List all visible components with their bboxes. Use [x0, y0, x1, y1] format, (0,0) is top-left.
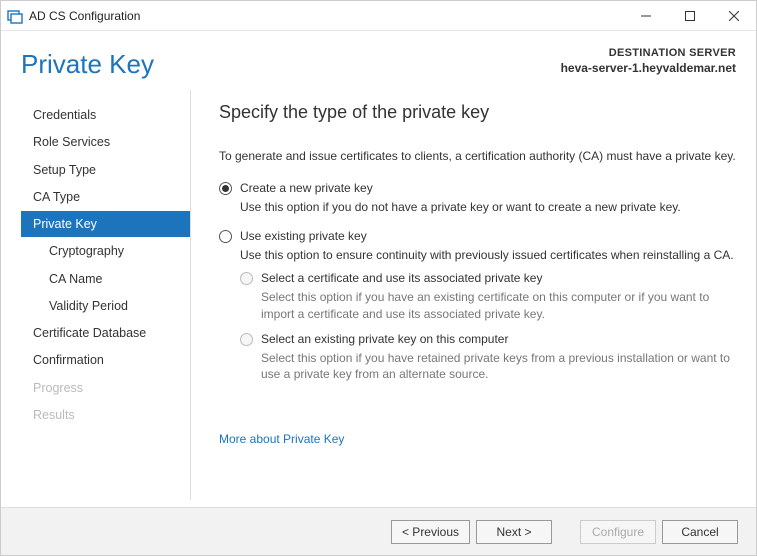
sidebar-item-credentials[interactable]: Credentials: [21, 102, 190, 128]
content-heading: Specify the type of the private key: [219, 102, 736, 123]
sidebar-item-role-services[interactable]: Role Services: [21, 129, 190, 155]
window-controls: [624, 1, 756, 31]
app-icon: [7, 8, 23, 24]
sidebar-item-progress: Progress: [21, 375, 190, 401]
sidebar-item-ca-name[interactable]: CA Name: [21, 266, 190, 292]
destination-server: heva-server-1.heyvaldemar.net: [561, 61, 736, 75]
sidebar-item-confirmation[interactable]: Confirmation: [21, 347, 190, 373]
window-title: AD CS Configuration: [29, 9, 140, 23]
titlebar: AD CS Configuration: [1, 1, 756, 31]
destination-info: DESTINATION SERVER heva-server-1.heyvald…: [561, 47, 736, 75]
sub-option-select-key[interactable]: Select an existing private key on this c…: [240, 332, 736, 346]
minimize-button[interactable]: [624, 1, 668, 31]
sidebar-item-setup-type[interactable]: Setup Type: [21, 157, 190, 183]
destination-label: DESTINATION SERVER: [561, 47, 736, 59]
content: Specify the type of the private key To g…: [191, 90, 756, 500]
sidebar-item-certificate-database[interactable]: Certificate Database: [21, 320, 190, 346]
maximize-button[interactable]: [668, 1, 712, 31]
sub-option-cert-desc: Select this option if you have an existi…: [261, 289, 736, 321]
sub-option-select-cert[interactable]: Select a certificate and use its associa…: [240, 271, 736, 285]
configure-button[interactable]: Configure: [580, 520, 656, 544]
page-heading: Private Key: [21, 49, 154, 80]
radio-icon: [240, 333, 253, 346]
option-use-existing[interactable]: Use existing private key: [219, 229, 736, 243]
sub-options: Select a certificate and use its associa…: [240, 271, 736, 382]
radio-icon: [219, 230, 232, 243]
sub-option-key-desc: Select this option if you have retained …: [261, 350, 736, 382]
previous-button[interactable]: < Previous: [391, 520, 470, 544]
sidebar-item-cryptography[interactable]: Cryptography: [21, 238, 190, 264]
sub-option-cert-label: Select a certificate and use its associa…: [261, 271, 542, 285]
more-link[interactable]: More about Private Key: [219, 432, 344, 446]
header: Private Key DESTINATION SERVER heva-serv…: [1, 31, 756, 80]
sidebar-item-private-key[interactable]: Private Key: [21, 211, 190, 237]
sidebar-item-results: Results: [21, 402, 190, 428]
main-area: CredentialsRole ServicesSetup TypeCA Typ…: [1, 90, 756, 500]
content-intro: To generate and issue certificates to cl…: [219, 149, 736, 163]
sidebar: CredentialsRole ServicesSetup TypeCA Typ…: [1, 90, 191, 500]
nav-button-group: < Previous Next >: [391, 520, 552, 544]
sidebar-item-ca-type[interactable]: CA Type: [21, 184, 190, 210]
option-create-new[interactable]: Create a new private key: [219, 181, 736, 195]
option-existing-desc: Use this option to ensure continuity wit…: [240, 247, 736, 263]
footer: < Previous Next > Configure Cancel: [1, 507, 756, 555]
option-create-label: Create a new private key: [240, 181, 373, 195]
next-button[interactable]: Next >: [476, 520, 552, 544]
radio-icon: [240, 272, 253, 285]
close-button[interactable]: [712, 1, 756, 31]
option-create-desc: Use this option if you do not have a pri…: [240, 199, 736, 215]
cancel-button[interactable]: Cancel: [662, 520, 738, 544]
sidebar-item-validity-period[interactable]: Validity Period: [21, 293, 190, 319]
radio-icon: [219, 182, 232, 195]
option-existing-label: Use existing private key: [240, 229, 367, 243]
sub-option-key-label: Select an existing private key on this c…: [261, 332, 508, 346]
